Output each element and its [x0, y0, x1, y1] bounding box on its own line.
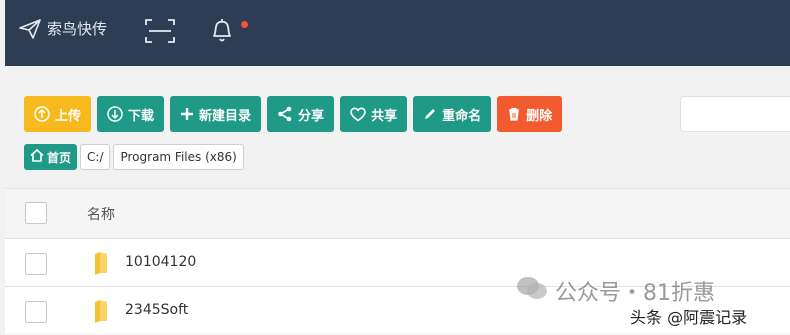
watermark: 公众号・81折惠 [515, 274, 715, 308]
watermark-text: 公众号・81折惠 [555, 281, 715, 306]
notification-dot [241, 21, 248, 28]
upload-button[interactable]: 上传 [24, 96, 92, 132]
rename-button[interactable]: 重命名 [413, 96, 492, 132]
rename-label: 重命名 [442, 108, 482, 124]
page: 索鸟快传 上传 下载 新建目录 分享 共享 重命名 删除 首页 C:/ Prog… [0, 0, 790, 335]
upload-icon [34, 106, 50, 122]
heart-icon [350, 106, 366, 122]
table-header-row: 名称 [5, 188, 790, 238]
plus-icon [180, 107, 194, 121]
file-name[interactable]: 2345Soft [125, 302, 188, 318]
top-navbar: 索鸟快传 [5, 0, 790, 66]
breadcrumb-home[interactable]: 首页 [24, 144, 78, 170]
pencil-icon [423, 107, 437, 121]
breadcrumb-item[interactable]: C:/ [80, 144, 111, 170]
row-checkbox[interactable] [25, 301, 47, 323]
file-toolbar: 上传 下载 新建目录 分享 共享 重命名 删除 [24, 96, 563, 132]
notification-button[interactable] [205, 14, 239, 46]
row-checkbox[interactable] [25, 253, 47, 275]
download-button[interactable]: 下载 [97, 96, 165, 132]
download-icon [107, 106, 123, 122]
scan-icon [143, 19, 177, 50]
breadcrumb-item[interactable]: Program Files (x86) [113, 144, 244, 170]
search-input[interactable] [680, 96, 790, 132]
share-icon [277, 106, 293, 122]
delete-button[interactable]: 删除 [497, 96, 563, 132]
delete-label: 删除 [526, 108, 553, 124]
co-share-label: 共享 [371, 108, 398, 124]
folder-icon [91, 251, 111, 275]
folder-icon [91, 299, 111, 323]
new-directory-button[interactable]: 新建目录 [170, 96, 262, 132]
bell-icon [205, 19, 239, 50]
download-label: 下载 [128, 108, 155, 124]
new-directory-label: 新建目录 [199, 108, 252, 124]
home-icon [30, 148, 44, 165]
paper-plane-icon [19, 18, 41, 39]
select-all-checkbox[interactable] [25, 202, 47, 224]
breadcrumb-home-label: 首页 [47, 150, 72, 165]
column-header-name[interactable]: 名称 [87, 204, 115, 224]
wechat-icon [515, 274, 549, 308]
co-share-button[interactable]: 共享 [340, 96, 408, 132]
share-button[interactable]: 分享 [267, 96, 335, 132]
app-name: 索鸟快传 [47, 20, 108, 38]
trash-icon [507, 107, 521, 121]
upload-label: 上传 [55, 108, 82, 124]
file-name[interactable]: 10104120 [125, 254, 196, 270]
scan-button[interactable] [143, 16, 177, 46]
breadcrumb: 首页 C:/ Program Files (x86) [24, 144, 244, 170]
app-brand[interactable]: 索鸟快传 [19, 18, 107, 39]
share-label: 分享 [298, 108, 325, 124]
watermark-subtext: 头条 @阿震记录 [630, 308, 748, 327]
